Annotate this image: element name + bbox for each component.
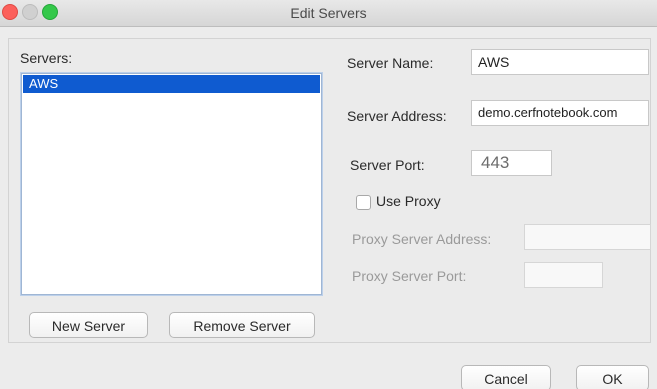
remove-server-button[interactable]: Remove Server [169,312,315,338]
server-address-field[interactable]: demo.cerfnotebook.com [471,100,649,126]
server-port-label: Server Port: [350,157,425,173]
cancel-button[interactable]: Cancel [461,365,551,389]
servers-list[interactable]: AWS [21,73,322,295]
server-list-item-aws[interactable]: AWS [23,75,320,93]
window-title: Edit Servers [290,5,367,21]
server-address-label: Server Address: [347,108,447,124]
title-bar[interactable]: Edit Servers [0,0,657,27]
server-name-field[interactable]: AWS [471,49,649,75]
server-name-label: Server Name: [347,55,434,71]
ok-button[interactable]: OK [576,365,649,389]
servers-label: Servers: [20,50,73,66]
proxy-server-address-label: Proxy Server Address: [352,231,492,247]
proxy-server-port-label: Proxy Server Port: [352,268,467,284]
server-port-field[interactable]: 443 [471,150,552,176]
use-proxy-label[interactable]: Use Proxy [376,193,441,209]
use-proxy-checkbox[interactable] [356,195,371,210]
new-server-button[interactable]: New Server [29,312,148,338]
proxy-server-address-field[interactable] [524,224,651,250]
edit-servers-window: Edit Servers Servers: AWS New Server Rem… [0,0,657,389]
proxy-server-port-field[interactable] [524,262,603,288]
